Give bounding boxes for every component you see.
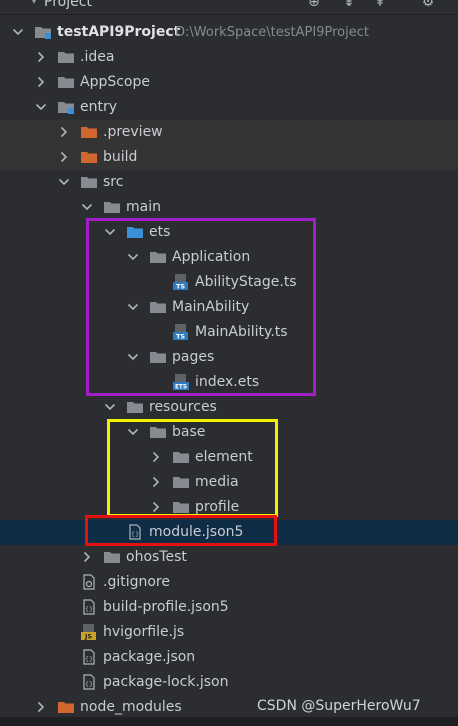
config-file-icon: [80, 574, 98, 590]
tree-item-label: build: [103, 149, 138, 165]
bottom-strip: [0, 717, 458, 726]
svg-text:{}: {}: [85, 680, 93, 688]
chevron-down-icon[interactable]: [79, 199, 95, 215]
chevron-right-icon[interactable]: [56, 149, 72, 165]
tree-row[interactable]: entry: [0, 95, 458, 120]
tree-item-label: src: [103, 174, 124, 190]
tree-item-label: AppScope: [80, 74, 150, 90]
excluded-folder-icon: [80, 149, 98, 165]
tree-row[interactable]: .preview: [0, 120, 458, 145]
excluded-folder-icon: [80, 124, 98, 140]
tree-item-label: package-lock.json: [103, 674, 229, 690]
tree-item-label: hvigorfile.js: [103, 624, 185, 640]
watermark: CSDN @SuperHeroWu7: [257, 698, 421, 714]
folder-icon: [126, 399, 144, 415]
tree-item-label: entry: [80, 99, 118, 115]
chevron-down-icon[interactable]: [10, 24, 26, 40]
chevron-down-icon[interactable]: [56, 174, 72, 190]
tree-row[interactable]: resources: [0, 395, 458, 420]
svg-text:JS: JS: [84, 633, 92, 641]
folder-icon: [57, 49, 75, 65]
excluded-folder-icon: [57, 699, 75, 715]
chevron-right-icon[interactable]: [33, 699, 49, 715]
locate-icon[interactable]: ⊕: [306, 0, 322, 10]
module-folder-icon: [57, 99, 75, 115]
tree-row[interactable]: testAPI9Project D:\WorkSpace\testAPI9Proj…: [0, 20, 458, 45]
tree-row[interactable]: {} build-profile.json5: [0, 595, 458, 620]
tree-item-label: .preview: [103, 124, 163, 140]
tree-row[interactable]: .idea: [0, 45, 458, 70]
module-folder-icon: [34, 24, 52, 40]
tree-item-label: .gitignore: [103, 574, 170, 590]
project-path: D:\WorkSpace\testAPI9Project: [175, 25, 369, 40]
json-file-icon: {}: [80, 599, 98, 615]
collapse-all-icon[interactable]: ⇟: [341, 0, 357, 10]
gear-icon[interactable]: ⚙: [420, 0, 436, 10]
tree-item-label: package.json: [103, 649, 196, 665]
json-file-icon: {}: [80, 674, 98, 690]
tree-row[interactable]: .gitignore: [0, 570, 458, 595]
chevron-right-icon[interactable]: [79, 549, 95, 565]
js-file-icon: JS: [80, 624, 98, 641]
tree-row[interactable]: main: [0, 195, 458, 220]
tree-item-label: node_modules: [80, 699, 182, 715]
project-panel-header: ▾ Project ⊕ ⇟ ⇞ ⚙: [0, 0, 458, 15]
panel-title[interactable]: Project: [44, 0, 92, 10]
folder-icon: [57, 74, 75, 90]
tree-row[interactable]: AppScope: [0, 70, 458, 95]
svg-text:{}: {}: [85, 655, 93, 663]
tree-row[interactable]: {} package-lock.json: [0, 670, 458, 695]
tree-row[interactable]: {} package.json: [0, 645, 458, 670]
expand-all-icon[interactable]: ⇞: [372, 0, 388, 10]
folder-icon: [103, 199, 121, 215]
chevron-right-icon[interactable]: [33, 49, 49, 65]
chevron-down-icon[interactable]: ▾: [31, 0, 37, 7]
svg-text:{}: {}: [85, 605, 93, 613]
tree-item-label: main: [126, 199, 161, 215]
tree-row[interactable]: src: [0, 170, 458, 195]
tree-item-label: testAPI9Project: [57, 24, 181, 40]
module-json5-annotation-box: [85, 515, 277, 546]
tree-row[interactable]: build: [0, 145, 458, 170]
tree-item-label: .idea: [80, 49, 115, 65]
chevron-right-icon[interactable]: [56, 124, 72, 140]
chevron-right-icon[interactable]: [33, 74, 49, 90]
tree-row[interactable]: JS hvigorfile.js: [0, 620, 458, 645]
tree-item-label: ohosTest: [126, 549, 187, 565]
json-file-icon: {}: [80, 649, 98, 665]
tree-row[interactable]: ohosTest: [0, 545, 458, 570]
tree-item-label: resources: [149, 399, 217, 415]
ets-folder-annotation-box: [86, 218, 316, 396]
tree-item-label: build-profile.json5: [103, 599, 229, 615]
base-folder-annotation-box: [107, 419, 278, 517]
folder-icon: [80, 174, 98, 190]
folder-icon: [103, 549, 121, 565]
chevron-down-icon[interactable]: [33, 99, 49, 115]
chevron-down-icon[interactable]: [102, 399, 118, 415]
